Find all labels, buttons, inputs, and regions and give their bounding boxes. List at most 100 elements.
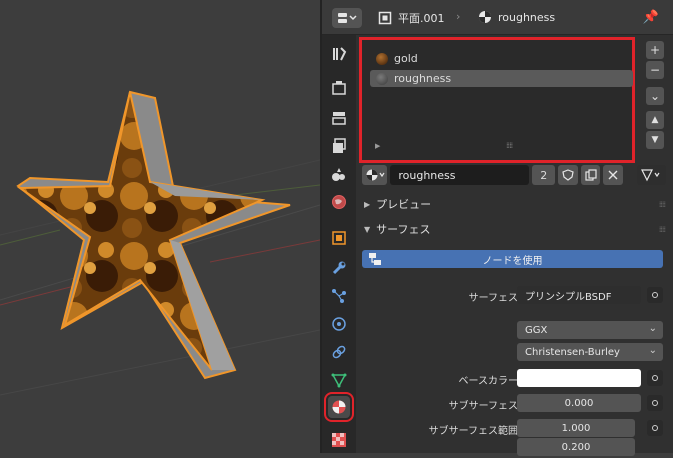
material-slot-roughness[interactable]: roughness xyxy=(370,70,633,87)
pin-icon[interactable]: 📌 xyxy=(643,10,659,25)
subsurface-slider[interactable]: 0.000 xyxy=(517,394,641,412)
remove-slot-button[interactable]: − xyxy=(646,61,664,79)
tab-render[interactable] xyxy=(328,77,350,99)
base-color-socket-button[interactable] xyxy=(647,370,663,386)
subsurface-socket-button[interactable] xyxy=(647,395,663,411)
tab-data[interactable] xyxy=(328,369,350,391)
remove-slot-label: − xyxy=(649,63,661,77)
surface-shader-field[interactable]: プリンシプルBSDF xyxy=(517,286,641,304)
panel-title: プレビュー xyxy=(376,198,432,211)
tab-particles[interactable] xyxy=(328,285,350,307)
breadcrumb-object[interactable]: 平面.001 xyxy=(378,10,445,26)
properties-editor: 平面.001 › roughness 📌 gold roughness ▶ ⁞⁞… xyxy=(322,0,673,456)
subsurface-method-dropdown[interactable]: Christensen-Burley ⌄ xyxy=(517,343,663,361)
tab-material[interactable] xyxy=(324,392,354,422)
tab-physics[interactable] xyxy=(328,313,350,335)
object-name: 平面.001 xyxy=(398,12,445,25)
subsurface-radius-x-field[interactable]: 1.000 xyxy=(517,419,635,437)
shield-icon xyxy=(562,169,574,181)
expand-triangle-icon: ▼ xyxy=(364,224,371,234)
prop-row-subsurface-method: Christensen-Burley ⌄ xyxy=(356,343,673,363)
move-slot-down-button[interactable]: ▼ xyxy=(646,131,664,149)
panel-preview-header[interactable]: ▶ プレビュー ⁞⁞⁞⁞ xyxy=(356,193,673,215)
material-slot-label: roughness xyxy=(394,72,452,85)
object-icon xyxy=(332,231,346,245)
duplicate-icon xyxy=(585,169,597,181)
tab-object[interactable] xyxy=(328,227,350,249)
prop-row-subsurface: サブサーフェス 0.000 xyxy=(356,394,673,414)
tab-modifiers[interactable] xyxy=(328,257,350,279)
prop-value: 0.000 xyxy=(564,397,594,409)
user-count-button[interactable]: 2 xyxy=(532,165,556,185)
expand-triangle-icon[interactable]: ▶ xyxy=(375,142,380,150)
surface-socket-button[interactable] xyxy=(647,287,663,303)
breadcrumb-chevron-icon: › xyxy=(456,10,461,23)
constraints-icon xyxy=(332,345,346,359)
duplicate-material-button[interactable] xyxy=(580,165,601,185)
panel-surface-header[interactable]: ▼ サーフェス ⁞⁞⁞⁞ xyxy=(356,218,673,240)
collapse-triangle-icon: ▶ xyxy=(364,199,371,209)
add-slot-button[interactable]: + xyxy=(646,41,664,59)
subsurface-radius-socket-button[interactable] xyxy=(647,420,663,436)
base-color-swatch[interactable] xyxy=(517,369,641,387)
editor-type-button[interactable] xyxy=(332,8,362,28)
use-nodes-button[interactable]: ノードを使用 xyxy=(362,250,663,268)
mesh-data-icon xyxy=(331,373,347,388)
chevron-down-icon: ⌄ xyxy=(648,323,657,334)
drag-handle-icon[interactable]: ⁞⁞⁞⁞ xyxy=(659,225,666,234)
scene-icon xyxy=(332,168,345,181)
render-icon xyxy=(332,81,346,95)
prop-row-subsurface-radius: サブサーフェス範囲 1.000 xyxy=(356,419,673,439)
3d-viewport[interactable] xyxy=(0,0,320,453)
material-name: roughness xyxy=(498,10,556,24)
material-browse-icon xyxy=(366,169,385,181)
properties-editor-icon xyxy=(338,13,357,23)
slot-specials-menu-button[interactable]: ⌄ xyxy=(646,87,664,105)
output-icon xyxy=(332,112,346,125)
mesh-object-icon xyxy=(378,11,392,25)
prop-label: サブサーフェス範囲 xyxy=(428,426,518,437)
material-slot-gold[interactable]: gold xyxy=(370,50,633,67)
chevron-down-icon: ⌄ xyxy=(649,89,661,103)
unlink-material-button[interactable] xyxy=(603,165,623,185)
use-nodes-label: ノードを使用 xyxy=(482,255,543,267)
material-icon xyxy=(332,400,346,414)
distribution-dropdown[interactable]: GGX ⌄ xyxy=(517,321,663,339)
world-icon xyxy=(332,195,346,209)
link-type-dropdown[interactable] xyxy=(636,165,666,185)
material-preview-icon xyxy=(376,72,388,85)
drag-handle-icon[interactable]: ⁞⁞⁞⁞ xyxy=(659,200,666,209)
material-preview-icon xyxy=(376,52,388,65)
prop-row-surface: サーフェス プリンシプルBSDF xyxy=(356,286,673,306)
move-slot-up-button[interactable]: ▲ xyxy=(646,111,664,129)
prop-row-base-color: ベースカラー xyxy=(356,369,673,389)
tab-tool[interactable] xyxy=(328,43,350,65)
tab-texture[interactable] xyxy=(328,429,350,451)
prop-value: Christensen-Burley xyxy=(525,346,620,358)
prop-row-subsurface-radius-y: 0.200 xyxy=(356,438,673,458)
material-name-value: roughness xyxy=(398,168,456,182)
tab-constraints[interactable] xyxy=(328,341,350,363)
arrow-down-icon: ▼ xyxy=(651,135,659,145)
user-count: 2 xyxy=(540,168,548,182)
arrow-up-icon: ▲ xyxy=(651,115,659,125)
viewport-scene xyxy=(0,90,320,396)
tab-world[interactable] xyxy=(328,191,350,213)
tool-icon xyxy=(333,47,347,61)
fake-user-button[interactable] xyxy=(558,165,578,185)
resize-grip-icon[interactable]: ⁞⁞⁞⁞ xyxy=(506,141,513,150)
material-slot-label: gold xyxy=(394,52,418,65)
mesh-data-icon xyxy=(641,169,660,182)
tab-view-layer[interactable] xyxy=(328,135,350,157)
breadcrumb-material[interactable]: roughness xyxy=(478,10,555,24)
browse-material-button[interactable] xyxy=(362,165,388,185)
prop-label: サーフェス xyxy=(468,293,518,304)
subsurface-radius-y-field[interactable]: 0.200 xyxy=(517,438,635,456)
add-slot-label: + xyxy=(649,43,661,57)
tab-output[interactable] xyxy=(328,107,350,129)
material-name-field[interactable]: roughness xyxy=(390,165,530,185)
tab-scene[interactable] xyxy=(328,163,350,185)
material-slot-list[interactable]: gold roughness ▶ ⁞⁞⁞⁞ xyxy=(359,37,635,163)
material-properties: gold roughness ▶ ⁞⁞⁞⁞ + − ⌄ ▲ ▼ roughnes… xyxy=(356,35,673,456)
